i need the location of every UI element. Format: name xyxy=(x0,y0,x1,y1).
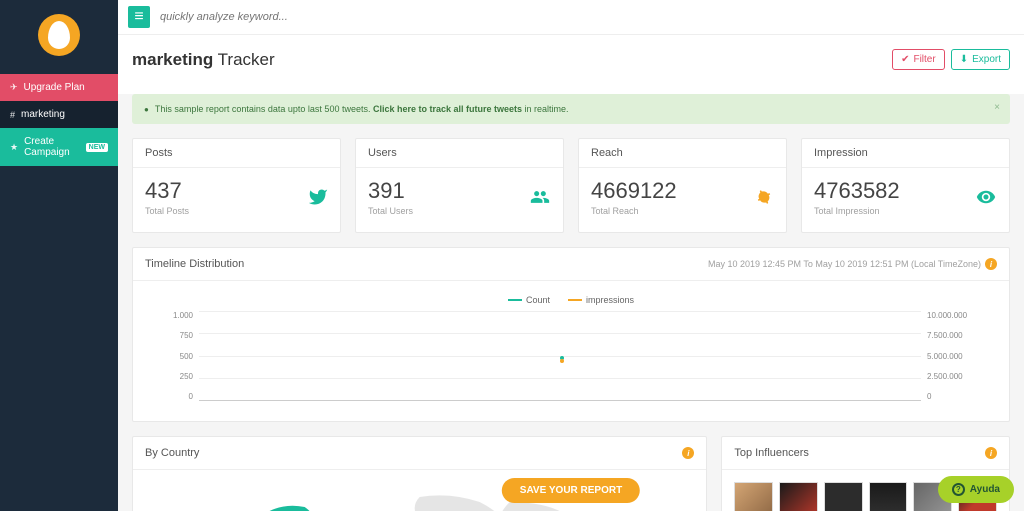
star-icon: ★ xyxy=(10,142,18,153)
save-report-button[interactable]: SAVE YOUR REPORT xyxy=(502,478,640,503)
panel-title: Top Influencers xyxy=(734,447,809,459)
export-button[interactable]: ⬇ Export xyxy=(951,49,1010,70)
date-range: May 10 2019 12:45 PM To May 10 2019 12:5… xyxy=(708,259,981,269)
sidebar-item-marketing[interactable]: # marketing xyxy=(0,101,118,128)
legend-swatch-impressions xyxy=(568,299,582,301)
megaphone-icon xyxy=(754,187,774,207)
info-alert: ● This sample report contains data upto … xyxy=(132,94,1010,124)
stat-value: 391 xyxy=(368,178,413,204)
page-title: marketing Tracker xyxy=(132,50,275,70)
sidebar: ✈ Upgrade Plan # marketing ★ Create Camp… xyxy=(0,0,118,511)
twitter-icon xyxy=(308,187,328,207)
hashtag-icon: # xyxy=(10,110,15,120)
avatar[interactable] xyxy=(869,482,908,511)
stat-card-posts: Posts 437 Total Posts xyxy=(132,138,341,233)
timeline-chart: Count impressions 1.000 750 500 250 0 xyxy=(133,281,1009,421)
menu-toggle-button[interactable]: ≡ xyxy=(128,6,150,28)
timeline-panel: Timeline Distribution May 10 2019 12:45 … xyxy=(132,247,1010,422)
help-button[interactable]: ? Ayuda xyxy=(938,476,1014,503)
panel-title: By Country xyxy=(145,447,199,459)
sidebar-item-label: Upgrade Plan xyxy=(24,82,85,93)
stat-card-users: Users 391 Total Users xyxy=(355,138,564,233)
hamburger-icon: ≡ xyxy=(134,8,143,26)
bullet-icon: ● xyxy=(144,105,149,114)
card-title: Posts xyxy=(133,139,340,168)
avatar[interactable] xyxy=(734,482,773,511)
sidebar-item-label: marketing xyxy=(21,109,65,120)
main-content: ≡ marketing Tracker ✔ Filter ⬇ Export xyxy=(118,0,1024,511)
eye-icon xyxy=(975,187,997,207)
stat-sub: Total Posts xyxy=(145,206,189,216)
plane-icon: ✈ xyxy=(10,82,18,93)
avatar[interactable] xyxy=(779,482,818,511)
track-link[interactable]: Click here to track all future tweets xyxy=(373,104,522,114)
close-icon[interactable]: × xyxy=(994,102,1000,113)
info-icon[interactable]: i xyxy=(985,258,997,270)
card-title: Impression xyxy=(802,139,1009,168)
download-icon: ⬇ xyxy=(960,54,968,65)
info-icon[interactable]: i xyxy=(985,447,997,459)
filter-button[interactable]: ✔ Filter xyxy=(892,49,945,70)
stat-value: 4763582 xyxy=(814,178,900,204)
card-title: Users xyxy=(356,139,563,168)
panel-title: Timeline Distribution xyxy=(145,258,244,270)
question-icon: ? xyxy=(952,483,965,496)
check-icon: ✔ xyxy=(901,54,909,65)
stat-sub: Total Impression xyxy=(814,206,900,216)
card-title: Reach xyxy=(579,139,786,168)
data-point xyxy=(560,359,564,363)
stat-sub: Total Reach xyxy=(591,206,677,216)
logo[interactable] xyxy=(0,0,118,74)
avatar[interactable] xyxy=(824,482,863,511)
y-axis-right: 10.000.000 7.500.000 5.000.000 2.500.000… xyxy=(921,311,981,401)
sidebar-item-upgrade[interactable]: ✈ Upgrade Plan xyxy=(0,74,118,101)
search-input[interactable] xyxy=(160,11,1014,23)
sidebar-item-create-campaign[interactable]: ★ Create Campaign NEW xyxy=(0,128,118,166)
plot-area xyxy=(199,311,921,401)
stats-row: Posts 437 Total Posts Users 391 xyxy=(132,138,1010,233)
stat-card-impression: Impression 4763582 Total Impression xyxy=(801,138,1010,233)
titlebar: marketing Tracker ✔ Filter ⬇ Export xyxy=(118,35,1024,94)
legend-swatch-count xyxy=(508,299,522,301)
topbar: ≡ xyxy=(118,0,1024,35)
stat-card-reach: Reach 4669122 Total Reach xyxy=(578,138,787,233)
users-icon xyxy=(529,187,551,207)
new-badge: NEW xyxy=(86,143,108,152)
y-axis-left: 1.000 750 500 250 0 xyxy=(161,311,199,401)
stat-sub: Total Users xyxy=(368,206,413,216)
sidebar-item-label: Create Campaign xyxy=(24,136,78,158)
info-icon[interactable]: i xyxy=(682,447,694,459)
stat-value: 4669122 xyxy=(591,178,677,204)
stat-value: 437 xyxy=(145,178,189,204)
